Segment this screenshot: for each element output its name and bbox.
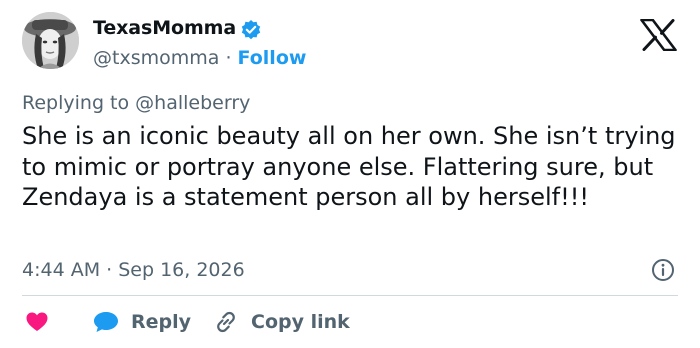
heart-icon[interactable] xyxy=(26,312,48,332)
reply-label: Reply xyxy=(131,311,192,333)
divider xyxy=(22,295,678,296)
reply-bubble-icon xyxy=(94,312,118,332)
avatar-image xyxy=(22,12,79,69)
copy-link-button[interactable]: Copy link xyxy=(213,308,350,336)
x-logo-icon[interactable] xyxy=(640,19,677,51)
timestamp[interactable]: 4:44 AM · Sep 16, 2026 xyxy=(22,259,245,281)
tweet-text: She is an iconic beauty all on her own. … xyxy=(22,122,676,211)
tweet-card: TexasMomma @txsmomma · Follow Replying t… xyxy=(0,0,700,348)
reply-button[interactable]: Reply xyxy=(93,308,191,336)
copy-link-label: Copy link xyxy=(251,311,350,333)
replying-to: Replying to @halleberry xyxy=(22,92,251,114)
verified-badge-icon xyxy=(241,20,261,40)
action-bar: Reply Copy link xyxy=(0,306,700,338)
handle-row: @txsmomma · Follow xyxy=(93,47,306,69)
link-icon xyxy=(217,311,235,333)
follow-button[interactable]: Follow xyxy=(238,47,307,69)
avatar[interactable] xyxy=(22,12,79,69)
info-icon[interactable] xyxy=(651,258,675,282)
author-handle[interactable]: @txsmomma xyxy=(93,47,219,69)
author-name[interactable]: TexasMomma xyxy=(93,17,236,39)
separator-dot: · xyxy=(225,47,232,69)
